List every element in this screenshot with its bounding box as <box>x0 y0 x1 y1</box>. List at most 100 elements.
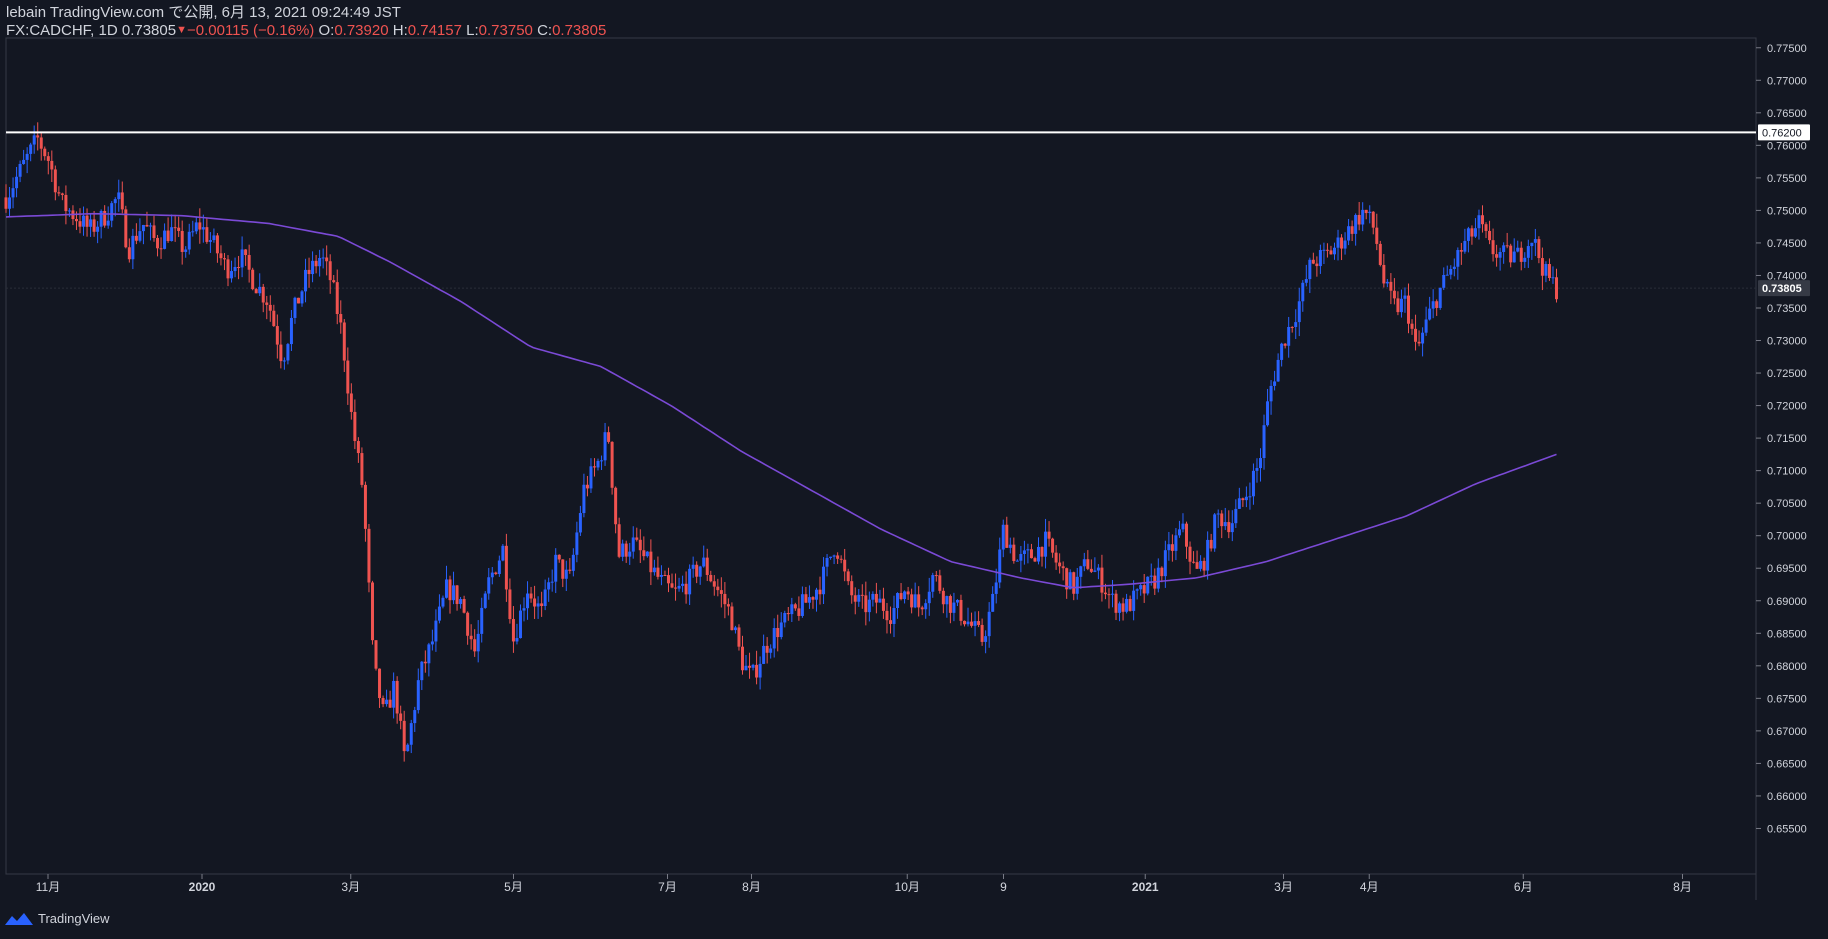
candle-body <box>589 466 593 489</box>
candle-body <box>272 310 276 327</box>
candle-body <box>790 604 794 615</box>
candle-body <box>487 577 491 594</box>
candle-body <box>980 624 984 642</box>
candle-body <box>621 543 625 557</box>
candle-body <box>994 582 998 594</box>
candle-body <box>50 160 54 170</box>
candle-body <box>885 610 889 621</box>
candle-body <box>677 585 681 589</box>
candle-body <box>1459 250 1463 252</box>
candle-body <box>82 215 86 227</box>
candle-body <box>1424 319 1428 333</box>
candle-body <box>1174 535 1178 551</box>
candle-body <box>1209 539 1213 549</box>
candle-body <box>177 227 181 231</box>
candle-body <box>321 257 325 259</box>
candle-body <box>293 297 297 318</box>
y-tick-label: 0.67000 <box>1767 726 1807 738</box>
candle-body <box>973 621 977 626</box>
candle-body <box>1368 211 1372 214</box>
y-tick-label: 0.76000 <box>1767 140 1807 152</box>
candle-body <box>388 699 392 708</box>
y-tick-label: 0.71000 <box>1767 466 1807 478</box>
footer-brand[interactable]: TradingView <box>4 910 110 926</box>
candle-body <box>1262 425 1266 459</box>
candle-body <box>1526 246 1530 258</box>
candle-body <box>934 575 938 577</box>
candle-body <box>353 411 357 442</box>
candle-body <box>1075 576 1079 594</box>
candle-body <box>899 593 903 600</box>
candle-body <box>554 554 558 582</box>
candle-body <box>1199 560 1203 569</box>
candle-body <box>575 532 579 555</box>
candle-body <box>1019 554 1023 561</box>
candle-body <box>416 680 420 711</box>
candle-body <box>117 192 121 200</box>
candle-body <box>1160 567 1164 577</box>
candle-body <box>1269 385 1273 402</box>
y-tick-label: 0.66500 <box>1767 758 1807 770</box>
candle-body <box>966 621 970 625</box>
x-tick-label: 11月 <box>36 880 60 894</box>
candle-body <box>1473 228 1477 237</box>
candle-body <box>244 249 248 256</box>
candle-body <box>614 487 618 525</box>
candle-body <box>409 723 413 745</box>
candle-body <box>779 622 783 638</box>
candle-body <box>1311 259 1315 264</box>
candle-body <box>681 583 685 586</box>
candle-body <box>705 557 709 575</box>
candle-body <box>184 249 188 252</box>
candle-body <box>240 249 244 268</box>
candle-body <box>120 192 124 210</box>
candle-body <box>490 572 494 578</box>
candle-body <box>148 225 152 227</box>
y-tick-label: 0.77000 <box>1767 75 1807 87</box>
candle-body <box>536 603 540 607</box>
candle-body <box>233 267 237 272</box>
candle-body <box>1054 552 1058 563</box>
candle-body <box>888 620 892 624</box>
candle-body <box>561 559 565 579</box>
candle-body <box>1121 603 1125 612</box>
candles-group <box>4 122 1558 762</box>
candle-body <box>991 593 995 612</box>
candle-body <box>1223 522 1227 527</box>
candle-body <box>1258 458 1262 469</box>
candle-body <box>878 598 882 603</box>
candle-body <box>691 564 695 569</box>
candle-body <box>1177 529 1181 536</box>
candle-body <box>762 645 766 664</box>
candle-body <box>1156 567 1160 589</box>
candle-body <box>811 597 815 600</box>
candle-body <box>1142 585 1146 594</box>
candle-body <box>1283 343 1287 346</box>
candle-body <box>346 360 350 394</box>
candle-body <box>624 543 628 557</box>
candle-body <box>568 569 572 571</box>
candle-body <box>1096 567 1100 571</box>
candle-body <box>74 219 78 222</box>
candle-body <box>1343 240 1347 249</box>
candle-body <box>1470 228 1474 237</box>
candle-body <box>1188 546 1192 562</box>
candle-body <box>226 259 230 279</box>
candle-body <box>635 537 639 540</box>
x-tick-label: 8月 <box>1673 880 1692 894</box>
price-chart[interactable]: 0.65500 0.66000 0.66500 0.67000 0.67500 0.680… <box>0 0 1828 939</box>
candle-body <box>1103 592 1107 595</box>
x-tick-label: 5月 <box>504 880 523 894</box>
candle-body <box>1301 282 1305 302</box>
candle-body <box>518 610 522 639</box>
candle-body <box>170 227 174 242</box>
candle-body <box>1410 323 1414 329</box>
candle-body <box>656 567 660 577</box>
candle-body <box>1227 522 1231 533</box>
candle-body <box>1498 251 1502 258</box>
candle-body <box>543 589 547 607</box>
candle-body <box>1456 250 1460 267</box>
candle-body <box>304 269 308 292</box>
candle-body <box>533 598 537 607</box>
candle-body <box>1350 226 1354 234</box>
